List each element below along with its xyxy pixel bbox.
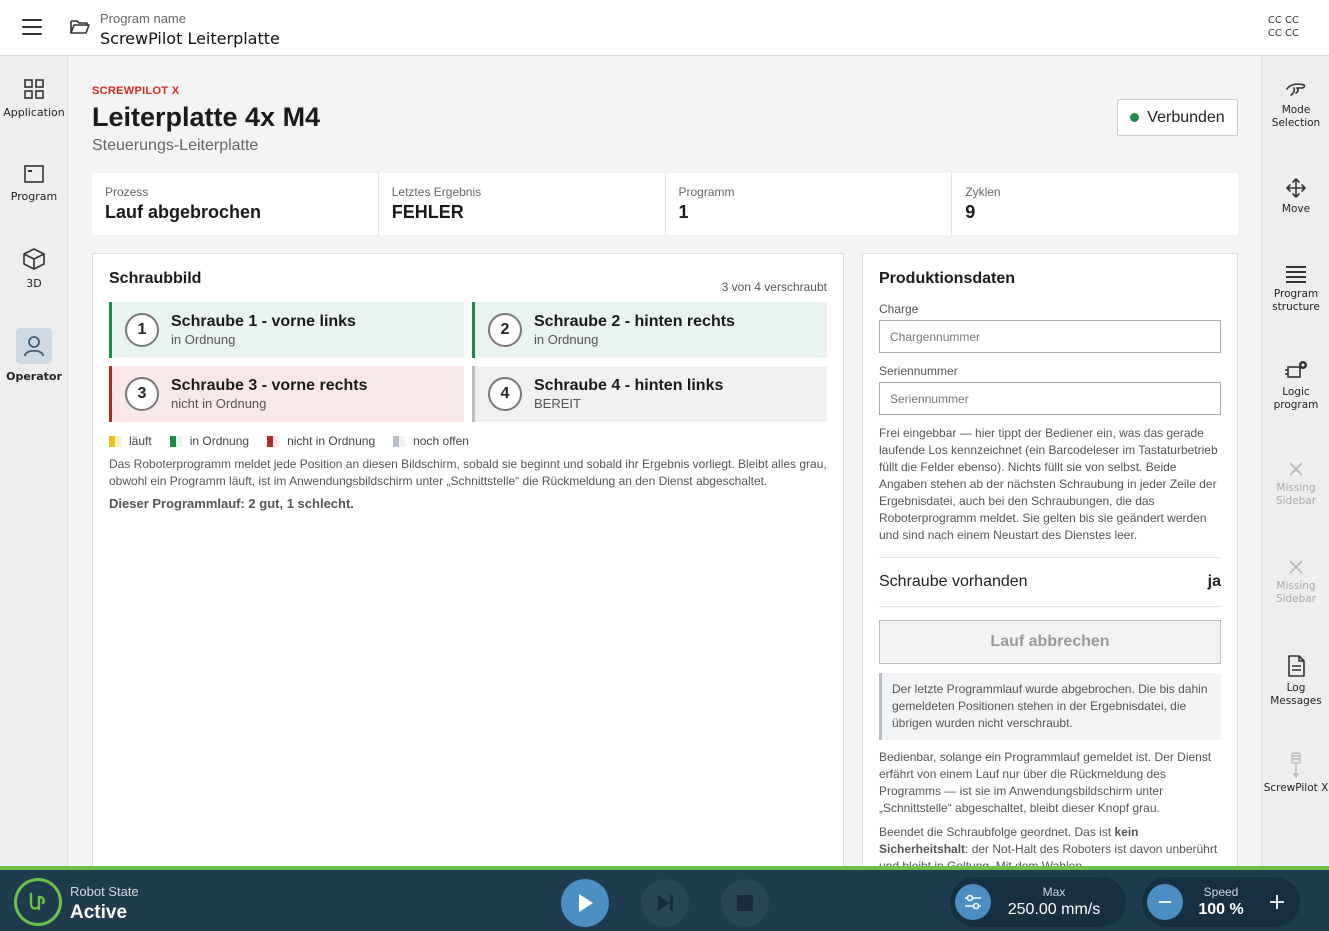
- robot-state-value: Active: [70, 902, 128, 923]
- max-value: 250.00 mm/s: [1007, 901, 1101, 918]
- abort-help-text: Bedienbar, solange ein Programmlauf geme…: [879, 750, 1212, 815]
- legend-swatch: [267, 435, 280, 447]
- brand-label: SCREWPILOT X: [92, 85, 180, 97]
- step-button[interactable]: [641, 879, 689, 927]
- screw-card-3[interactable]: 3 Schraube 3 - vorne rechts nicht in Ordn…: [109, 366, 464, 422]
- screwdriver-icon: [1291, 752, 1301, 778]
- sidebar-screwpilot-x[interactable]: ScrewPilot X: [1262, 752, 1329, 795]
- produktionsdaten-panel: Produktionsdaten Charge Seriennummer Fre…: [862, 253, 1238, 866]
- main-content: SCREWPILOT X Leiterplatte 4x M4 Steuerun…: [69, 56, 1260, 866]
- serial-input[interactable]: [879, 382, 1221, 415]
- speed-decrease-button[interactable]: [1147, 884, 1183, 920]
- play-icon: [579, 894, 593, 912]
- sidebar-log-messages[interactable]: Log Messages: [1262, 654, 1329, 708]
- legend-swatch: [169, 435, 182, 447]
- nav-3d[interactable]: 3D: [0, 247, 68, 290]
- sidebar-missing-1: Missing Sidebar: [1262, 460, 1329, 508]
- schraubbild-title: Schraubbild: [109, 270, 202, 287]
- status-dot-icon: [1130, 113, 1140, 122]
- robot-state-label: Robot State: [70, 884, 139, 899]
- legend-item: nicht in Ordnung: [267, 434, 375, 448]
- stop-icon: [737, 895, 753, 911]
- stat-programm: Programm 1: [666, 173, 953, 235]
- bottom-bar: Robot State Active Max 250.00 mm/s Speed…: [0, 866, 1329, 931]
- minus-icon: [1159, 901, 1171, 903]
- sidebar-program-structure[interactable]: Program structure: [1262, 264, 1329, 314]
- abort-note: Der letzte Programmlauf wurde abgebroche…: [879, 673, 1221, 740]
- screw-count: 3 von 4 verschraubt: [721, 280, 827, 294]
- stat-letztes-ergebnis: Letztes Ergebnis FEHLER: [379, 173, 666, 235]
- screw-card-4[interactable]: 4 Schraube 4 - hinten links BEREIT: [472, 366, 827, 422]
- abort-run-button[interactable]: Lauf abbrechen: [879, 620, 1221, 664]
- schraubbild-description: Das Roboterprogramm meldet jede Position…: [109, 457, 827, 488]
- page-subtitle: Steuerungs-Leiterplatte: [92, 137, 259, 154]
- sliders-icon: [965, 894, 981, 910]
- nav-application[interactable]: Application: [0, 78, 68, 119]
- cube-icon: [23, 248, 45, 270]
- move-icon: [1286, 178, 1306, 198]
- step-forward-icon: [658, 895, 673, 911]
- play-button[interactable]: [561, 879, 609, 927]
- close-icon: [1289, 560, 1303, 574]
- legend-item: in Ordnung: [169, 434, 249, 448]
- close-icon: [1289, 462, 1303, 476]
- max-label: Max: [1042, 885, 1066, 899]
- legend-item: noch offen: [393, 434, 469, 448]
- window-icon: [24, 165, 44, 183]
- right-sidebar: Mode Selection Move Program structure Lo…: [1261, 56, 1329, 866]
- speed-value: 100 %: [1198, 901, 1244, 918]
- charge-label: Charge: [879, 302, 919, 316]
- document-icon: [1288, 655, 1305, 677]
- nav-program[interactable]: Program: [0, 164, 68, 203]
- grid-icon: [24, 79, 44, 99]
- cc-indicator[interactable]: CC CC CC CC: [1268, 14, 1299, 40]
- status-legend: läuft in Ordnung nicht in Ordnung noch o…: [109, 434, 469, 448]
- charge-input[interactable]: [879, 320, 1221, 353]
- sidebar-missing-2: Missing Sidebar: [1262, 558, 1329, 606]
- folder-open-icon[interactable]: [70, 18, 90, 36]
- left-navigation: Application Program 3D Operator: [0, 56, 68, 866]
- hand-icon: [1286, 83, 1306, 96]
- connection-status-badge: Verbunden: [1117, 99, 1238, 136]
- stop-button[interactable]: [721, 879, 769, 927]
- sidebar-move[interactable]: Move: [1262, 177, 1329, 216]
- stats-bar: Prozess Lauf abgebrochen Letztes Ergebni…: [92, 173, 1238, 235]
- list-icon: [1286, 266, 1306, 283]
- stat-prozess: Prozess Lauf abgebrochen: [92, 173, 379, 235]
- program-name-label: Program name: [100, 11, 186, 26]
- plus-icon: [1270, 895, 1284, 909]
- legend-swatch: [109, 435, 121, 447]
- speed-settings-button[interactable]: [955, 884, 991, 920]
- legend-swatch: [393, 435, 406, 447]
- speed-label: Speed: [1203, 885, 1239, 899]
- run-summary: Dieser Programmlauf: 2 gut, 1 schlecht.: [109, 496, 354, 511]
- speed-increase-button[interactable]: [1259, 884, 1295, 920]
- speed-control: Speed 100 %: [1142, 877, 1300, 927]
- page-title: Leiterplatte 4x M4: [92, 102, 321, 132]
- menu-icon[interactable]: [22, 19, 42, 37]
- sidebar-mode-selection[interactable]: Mode Selection: [1262, 80, 1329, 130]
- legend-item: läuft: [109, 434, 152, 448]
- nav-operator[interactable]: Operator: [0, 328, 68, 383]
- serial-label: Seriennummer: [879, 364, 958, 378]
- logic-icon: [1285, 361, 1307, 378]
- screw-card-1[interactable]: 1 Schraube 1 - vorne links in Ordnung: [109, 302, 464, 358]
- max-speed-control: Max 250.00 mm/s: [950, 877, 1126, 927]
- sidebar-logic-program[interactable]: Logic program: [1262, 360, 1329, 412]
- safety-help-text: Beendet die Schraubfolge geordnet. Das i…: [879, 825, 1218, 866]
- produktionsdaten-title: Produktionsdaten: [879, 270, 1016, 287]
- screw-card-2[interactable]: 2 Schraube 2 - hinten rechts in Ordnung: [472, 302, 827, 358]
- operator-icon-wrap: [16, 328, 52, 364]
- ur-logo-icon: [14, 878, 62, 926]
- stat-zyklen: Zyklen 9: [965, 185, 1001, 222]
- production-help-text: Frei eingebbar — hier tippt der Bediener…: [879, 426, 1218, 542]
- user-icon: [24, 336, 44, 357]
- schraubbild-panel: Schraubbild 3 von 4 verschraubt 1 Schrau…: [92, 253, 844, 866]
- top-bar: Program name ScrewPilot Leiterplatte CC …: [0, 0, 1329, 56]
- screw-present-row: Schraube vorhanden ja: [879, 557, 1221, 607]
- program-name[interactable]: ScrewPilot Leiterplatte: [100, 29, 280, 48]
